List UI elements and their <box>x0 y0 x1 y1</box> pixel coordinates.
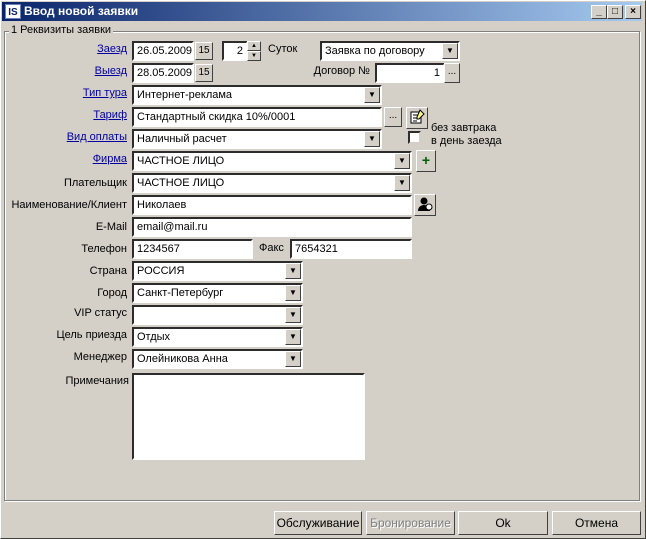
country-value: РОССИЯ <box>137 265 185 277</box>
payment-type-select[interactable]: Наличный расчет ▼ <box>132 129 382 149</box>
firm-label[interactable]: Фирма <box>40 153 127 165</box>
no-breakfast-label-line1: без завтрака <box>431 122 497 134</box>
nights-spin-up-icon[interactable]: ▲ <box>247 41 261 51</box>
country-dropdown-icon[interactable]: ▼ <box>285 263 301 279</box>
fax-label: Факс <box>259 242 284 254</box>
fax-field[interactable]: 7654321 <box>290 239 412 259</box>
nights-field[interactable]: 2 <box>222 41 248 61</box>
tour-type-select[interactable]: Интернет-реклама ▼ <box>132 85 382 105</box>
tariff-field[interactable]: Стандартный скидка 10%/0001 <box>132 107 382 127</box>
order-type-select[interactable]: Заявка по договору ▼ <box>320 41 460 61</box>
departure-date-field[interactable]: 28.05.2009 <box>132 63 194 83</box>
tour-type-value: Интернет-реклама <box>137 89 233 101</box>
city-label: Город <box>97 287 127 299</box>
country-select[interactable]: РОССИЯ ▼ <box>132 261 303 281</box>
minimize-button[interactable]: _ <box>591 5 607 19</box>
tariff-edit-glyph-icon <box>410 109 425 124</box>
payer-select[interactable]: ЧАСТНОЕ ЛИЦО ▼ <box>132 173 412 193</box>
country-label: Страна <box>89 265 127 277</box>
phone-field[interactable]: 1234567 <box>132 239 253 259</box>
tariff-lookup-button[interactable]: ... <box>384 107 402 127</box>
payment-type-dropdown-icon[interactable]: ▼ <box>364 131 380 147</box>
city-dropdown-icon[interactable]: ▼ <box>285 285 301 301</box>
phone-label: Телефон <box>81 243 127 255</box>
arrival-calendar-icon[interactable]: 15 <box>195 42 213 60</box>
city-value: Санкт-Петербург <box>137 287 224 299</box>
tour-type-dropdown-icon[interactable]: ▼ <box>364 87 380 103</box>
contract-lookup-button[interactable]: ... <box>444 63 460 83</box>
nights-label: Суток <box>268 43 298 55</box>
booking-button[interactable]: Бронирование <box>366 511 455 535</box>
title-bar[interactable]: IS Ввод новой заявки _ □ × <box>2 2 642 21</box>
firm-dropdown-icon[interactable]: ▼ <box>394 153 410 169</box>
ok-button[interactable]: Ok <box>458 511 548 535</box>
payer-label: Плательщик <box>63 177 127 189</box>
notes-label: Примечания <box>65 375 129 387</box>
purpose-dropdown-icon[interactable]: ▼ <box>285 329 301 345</box>
purpose-select[interactable]: Отдых ▼ <box>132 327 303 347</box>
tariff-label[interactable]: Тариф <box>40 109 127 121</box>
nights-spin-down-icon[interactable]: ▼ <box>247 51 261 61</box>
purpose-value: Отдых <box>137 331 171 343</box>
client-name-field[interactable]: Николаев <box>132 195 412 215</box>
payment-type-value: Наличный расчет <box>137 133 227 145</box>
tariff-edit-icon[interactable] <box>406 107 428 129</box>
no-breakfast-checkbox[interactable] <box>408 131 421 144</box>
close-button[interactable]: × <box>625 5 641 19</box>
firm-value: ЧАСТНОЕ ЛИЦО <box>137 155 225 167</box>
email-label: E-Mail <box>95 221 127 233</box>
client-name-label: Наименование/Клиент <box>11 199 127 211</box>
payment-type-label[interactable]: Вид оплаты <box>40 131 127 143</box>
no-breakfast-label-line2: в день заезда <box>431 135 502 147</box>
arrival-label[interactable]: Заезд <box>60 43 127 55</box>
purpose-label: Цель приезда <box>56 329 127 341</box>
departure-calendar-icon[interactable]: 15 <box>195 64 213 82</box>
payer-value: ЧАСТНОЕ ЛИЦО <box>137 177 225 189</box>
group-label: 1 Реквизиты заявки <box>9 24 114 36</box>
firm-select[interactable]: ЧАСТНОЕ ЛИЦО ▼ <box>132 151 412 171</box>
window-title: Ввод новой заявки <box>24 4 139 18</box>
client-lookup-icon[interactable] <box>414 194 436 216</box>
order-type-dropdown-icon[interactable]: ▼ <box>442 43 458 59</box>
tour-type-label[interactable]: Тип тура <box>40 87 127 99</box>
client-lookup-glyph-icon <box>418 197 433 211</box>
departure-label[interactable]: Выезд <box>60 65 127 77</box>
arrival-date-field[interactable]: 26.05.2009 <box>132 41 194 61</box>
vip-select[interactable]: ▼ <box>132 305 303 325</box>
payer-dropdown-icon[interactable]: ▼ <box>394 175 410 191</box>
email-field[interactable]: email@mail.ru <box>132 217 412 237</box>
manager-value: Олейникова Анна <box>137 353 228 365</box>
app-icon: IS <box>5 4 21 19</box>
manager-label: Менеджер <box>73 351 127 363</box>
notes-textarea[interactable] <box>132 373 365 460</box>
add-firm-plus-icon[interactable]: + <box>416 150 436 172</box>
vip-dropdown-icon[interactable]: ▼ <box>285 307 301 323</box>
city-select[interactable]: Санкт-Петербург ▼ <box>132 283 303 303</box>
vip-label: VIP статус <box>74 307 127 319</box>
contract-no-label: Договор № <box>313 65 370 77</box>
contract-no-field[interactable]: 1 <box>375 63 445 83</box>
service-button[interactable]: Обслуживание <box>274 511 362 535</box>
manager-select[interactable]: Олейникова Анна ▼ <box>132 349 303 369</box>
manager-dropdown-icon[interactable]: ▼ <box>285 351 301 367</box>
order-type-value: Заявка по договору <box>325 45 425 57</box>
maximize-button[interactable]: □ <box>607 5 623 19</box>
cancel-button[interactable]: Отмена <box>552 511 641 535</box>
